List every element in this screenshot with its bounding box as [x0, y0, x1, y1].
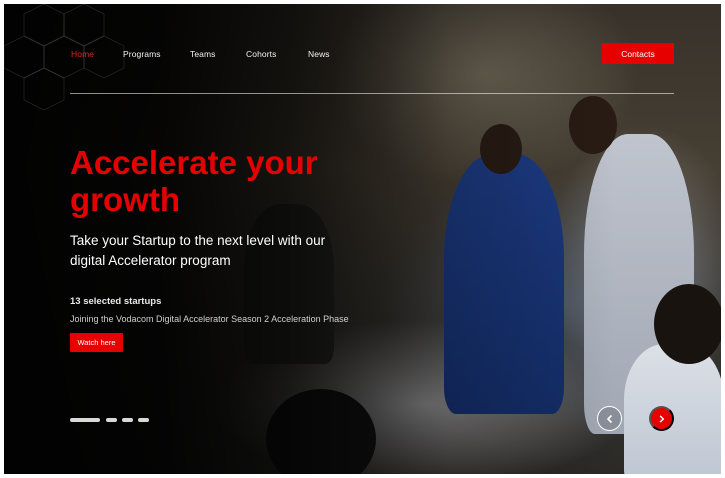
carousel-dot-active[interactable] [70, 418, 100, 422]
nav-home[interactable]: Home [71, 49, 94, 59]
nav-cohorts[interactable]: Cohorts [246, 49, 276, 59]
carousel-prev-button[interactable] [597, 406, 622, 431]
hero-title: Accelerate your growth [70, 144, 318, 218]
carousel-dot[interactable] [138, 418, 149, 422]
chevron-left-icon [606, 414, 612, 423]
carousel-dot[interactable] [106, 418, 117, 422]
nav-programs[interactable]: Programs [123, 49, 161, 59]
nav-news[interactable]: News [308, 49, 330, 59]
contacts-button[interactable]: Contacts [602, 43, 674, 64]
startups-description: Joining the Vodacom Digital Accelerator … [70, 314, 349, 324]
hero-subtitle: Take your Startup to the next level with… [70, 233, 326, 268]
carousel-dot[interactable] [122, 418, 133, 422]
watch-here-button[interactable]: Watch here [70, 333, 123, 352]
carousel-next-button[interactable] [649, 406, 674, 431]
nav-teams[interactable]: Teams [190, 49, 216, 59]
top-navigation: Home Programs Teams Cohorts News Contact… [4, 4, 721, 94]
startups-count: 13 selected startups [70, 296, 162, 307]
nav-divider [70, 93, 674, 94]
hero-banner: Home Programs Teams Cohorts News Contact… [4, 4, 721, 474]
chevron-right-icon [659, 414, 665, 423]
